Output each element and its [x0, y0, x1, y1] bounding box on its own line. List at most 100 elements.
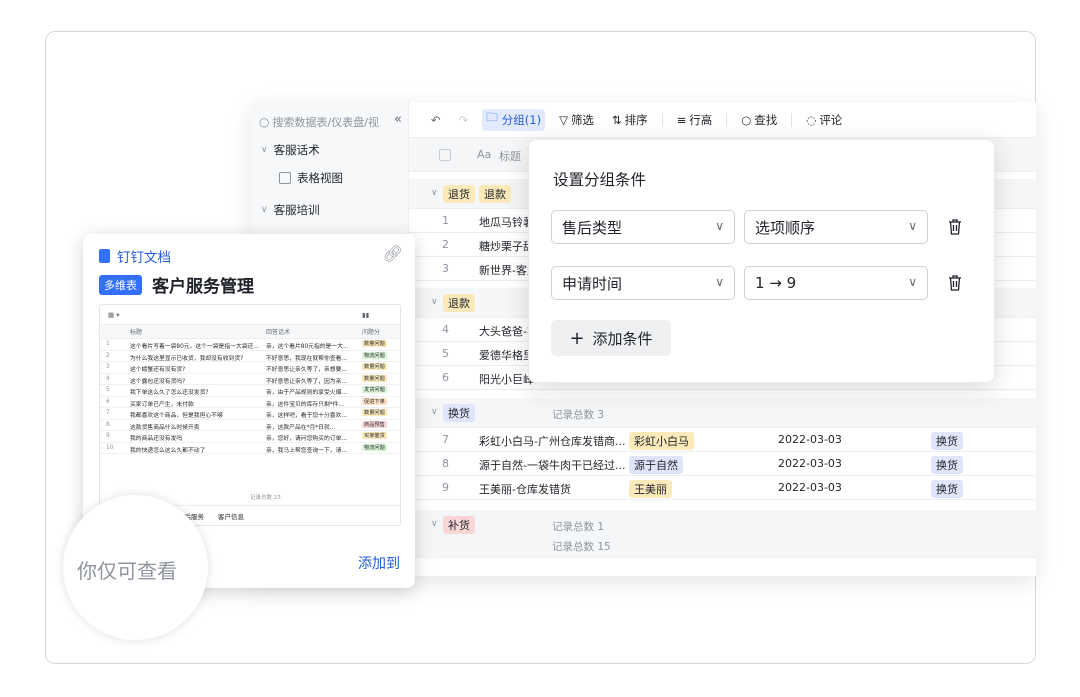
- preview-tag: 促进下单: [362, 397, 387, 405]
- doc-preview: ▦ ▾ ▮▮ 标题 回答话术 问题分 1 这个看片写着一袋80元，这个一袋是指一大…: [99, 304, 401, 526]
- preview-cell: 这个螃蟹还有没有货?: [130, 367, 186, 373]
- group-settings-popup: 设置分组条件 售后类型 ∨ 选项顺序 ∨ 申请时间 ∨ 1 → 9 ∨ + 添加…: [528, 139, 995, 383]
- doc-type-badge: 多维表: [99, 275, 142, 295]
- type-tag: 换货: [931, 456, 963, 474]
- preview-cell: 3: [106, 364, 110, 370]
- collapse-sidebar-icon[interactable]: «: [394, 112, 402, 127]
- preview-header: 标题 回答话术 问题分: [100, 325, 400, 339]
- preview-row: 9 我的商品还没有发吗 亲，您好，请问您购买的订单... 买家催货: [100, 431, 400, 443]
- preview-cell: 买家订单已产生，未付款: [130, 401, 194, 408]
- preview-tag: 数量问题: [362, 363, 387, 370]
- chevron-down-icon: ∨: [715, 219, 724, 233]
- link-icon[interactable]: 🔗︎: [383, 244, 403, 263]
- toolbar: ↶ ↷ 🗀 分组(1) ▽ 筛选 ⇅ 排序 ≡ 行高 ○ 查找 ◌ 评论: [409, 102, 1036, 138]
- preview-cell: 为什么我这里显示已收货，我却没有收到货?: [130, 355, 244, 362]
- preview-cell: 这款货售商品什么时候开卖: [130, 424, 200, 431]
- type-tag: 换货: [931, 480, 963, 498]
- preview-tag: 数量问题: [362, 409, 387, 416]
- text-field-icon: Aa: [477, 148, 492, 161]
- preview-cell: 不好意思让亲久等了，因为亲...: [266, 378, 347, 385]
- preview-tag: 发货问题: [362, 386, 387, 393]
- preview-row: 7 我都喜欢这个商品，但是我担心不够 亲，这样吧，看于您十分喜欢... 数量问题: [100, 408, 400, 420]
- grid-icon: ▦ ▾: [108, 310, 120, 319]
- search-input[interactable]: ○ 搜索数据表/仪表盘/视: [259, 111, 399, 133]
- preview-record-count: 记录总数 23: [250, 495, 281, 501]
- preview-row: 2 为什么我这里显示已收货，我却没有收到货? 不好意思，我现在就帮你查看... 物流问…: [100, 351, 400, 362]
- search-icon: ○: [741, 112, 752, 127]
- table-icon: [279, 172, 291, 184]
- preview-cell: 8: [106, 421, 110, 428]
- preview-cell: 亲，这件宝贝的库存只剩*件...: [266, 401, 344, 408]
- tag: 退货: [443, 185, 475, 203]
- type-tag: 换货: [931, 432, 963, 450]
- group-header[interactable]: ∨ 补货 记录总数 1 记录总数 15: [409, 510, 1036, 558]
- preview-row: 3 这个螃蟹还有没有货? 不好意思让亲久等了，亲想要... 数量问题: [100, 362, 400, 374]
- delete-icon[interactable]: [948, 219, 962, 235]
- table-row[interactable]: 8 源于自然-一袋牛肉干已经过... 源于自然 2022-03-03 换货: [409, 452, 1036, 476]
- tag: 换货: [443, 404, 475, 422]
- preview-cell: 亲，这个看片80元指的是一大...: [266, 344, 349, 350]
- comment-button[interactable]: ◌ 评论: [802, 109, 846, 131]
- preview-cell: 亲，这样吧，看于您十分喜欢...: [266, 413, 347, 419]
- preview-cell: 1: [106, 341, 110, 347]
- add-condition-button[interactable]: + 添加条件: [551, 320, 671, 356]
- find-button[interactable]: ○ 查找: [737, 109, 781, 131]
- group-order-select[interactable]: 选项顺序 ∨: [744, 210, 928, 244]
- view-only-magnifier: 你仅可查看: [63, 495, 208, 640]
- delete-icon[interactable]: [948, 275, 962, 291]
- group-order-select[interactable]: 1 → 9 ∨: [744, 266, 928, 300]
- chevron-down-icon: ∨: [431, 188, 438, 198]
- record-total: 记录总数 15: [552, 541, 611, 553]
- preview-row: 1 这个看片写着一袋80元，这个一袋是指一大袋还... 亲，这个看片80元指的是一大…: [100, 339, 400, 351]
- chevron-down-icon: ∨: [431, 407, 438, 417]
- preview-cell: 我下单这么久了怎么还没发货?: [130, 390, 209, 396]
- preview-cell: 10: [106, 444, 114, 451]
- preview-cell: 我都喜欢这个商品，但是我担心不够: [130, 413, 223, 419]
- preview-tag: 物流问题: [362, 351, 387, 359]
- preview-cell: 4: [106, 375, 110, 382]
- preview-row: 4 这个露包还没有货吗? 不好意思让亲久等了，因为亲... 数量问题: [100, 374, 400, 385]
- preview-cell: 亲，我马上帮您查询一下，请...: [266, 447, 347, 454]
- select-all-checkbox[interactable]: [439, 149, 451, 161]
- group-field-select[interactable]: 申请时间 ∨: [551, 266, 735, 300]
- preview-row: 8 这款货售商品什么时候开卖 亲，这款产品在*月*日就... 商品预售: [100, 420, 400, 431]
- sort-button[interactable]: ⇅ 排序: [608, 109, 652, 131]
- add-to-button[interactable]: 添加到: [358, 553, 400, 573]
- record-count: 记录总数 1: [552, 521, 605, 533]
- plus-icon: +: [569, 327, 585, 349]
- preview-cell: 2: [106, 352, 110, 359]
- table-row[interactable]: 7 彩虹小白马-广州仓库发错商... 彩虹小白马 2022-03-03 换货: [409, 428, 1036, 452]
- group-button[interactable]: 🗀 分组(1): [482, 108, 546, 131]
- preview-rows: 1 这个看片写着一袋80元，这个一袋是指一大袋还... 亲，这个看片80元指的是一大…: [100, 339, 400, 454]
- sidebar-item-training[interactable]: ∨ 客服培训: [261, 202, 320, 218]
- preview-cell: 这个露包还没有货吗?: [130, 378, 186, 385]
- dingtalk-docs-logo-icon: [99, 249, 110, 263]
- chevron-down-icon: ∨: [908, 275, 917, 289]
- filter-icon: ▽: [559, 112, 568, 127]
- preview-row: 5 我下单这么久了怎么还没发货? 亲，由于产品规则的享受火爆... 发货问题: [100, 385, 400, 397]
- preview-tag: 数量问题: [362, 374, 387, 382]
- group-header[interactable]: ∨ 换货 记录总数 3: [409, 398, 1036, 428]
- dashboard-icon: ▮▮: [362, 310, 370, 319]
- tag: 补货: [443, 516, 475, 534]
- preview-cell: 这个看片写着一袋80元，这个一袋是指一大袋还...: [130, 344, 259, 350]
- sidebar-item-grid-view[interactable]: 表格视图: [279, 170, 343, 186]
- preview-cell: 我的快递怎么这么久都不动了: [130, 447, 206, 454]
- redo-icon[interactable]: ↷: [455, 109, 473, 131]
- group-field-select[interactable]: 售后类型 ∨: [551, 210, 735, 244]
- filter-button[interactable]: ▽ 筛选: [555, 109, 598, 131]
- person-tag: 彩虹小白马: [629, 432, 694, 450]
- divider: [726, 112, 728, 127]
- tag: 退款: [443, 294, 475, 312]
- preview-cell: 6: [106, 398, 110, 405]
- preview-tag: 买家催货: [362, 432, 387, 439]
- preview-cell: 不好意思，我现在就帮你查看...: [266, 355, 347, 362]
- preview-cell: 7: [106, 410, 110, 416]
- doc-title: 客户服务管理: [152, 277, 254, 297]
- popup-title: 设置分组条件: [553, 171, 647, 189]
- table-row[interactable]: 9 王美丽-仓库发错货 王美丽 2022-03-03 换货: [409, 476, 1036, 500]
- row-height-button[interactable]: ≡ 行高: [673, 109, 717, 131]
- undo-icon[interactable]: ↶: [427, 109, 445, 131]
- preview-toolbar: ▦ ▾ ▮▮: [100, 305, 400, 325]
- sidebar-item-table[interactable]: ∨ 客服话术: [261, 142, 320, 158]
